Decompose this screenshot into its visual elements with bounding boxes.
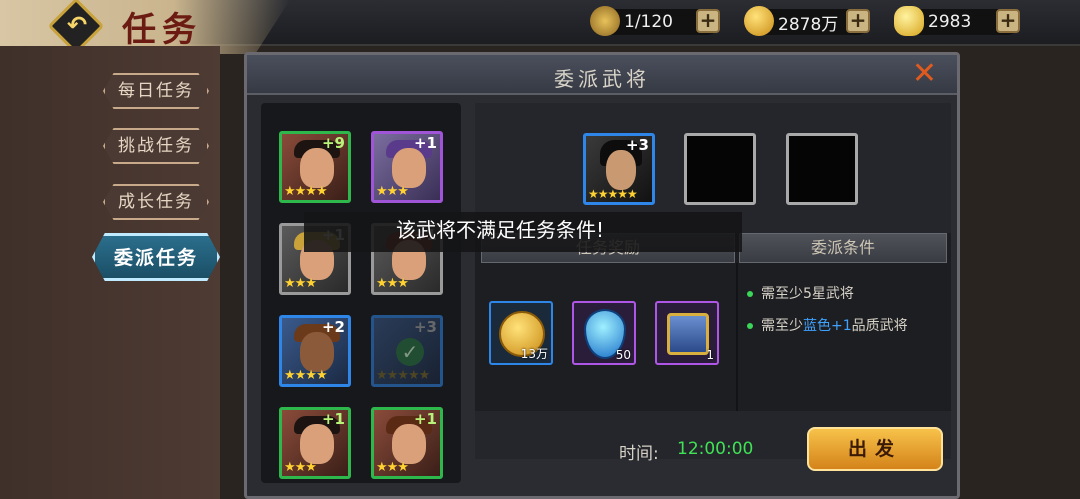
hero-level: +9 bbox=[321, 134, 345, 152]
hero-card[interactable]: +9 ★★★★ bbox=[279, 131, 351, 203]
divider bbox=[736, 263, 738, 411]
page-title: 任务 bbox=[122, 10, 202, 50]
hero-card[interactable]: +2 ★★★★ bbox=[279, 315, 351, 387]
slot-stars: ★★★★★ bbox=[588, 187, 638, 201]
chest-icon bbox=[667, 313, 709, 355]
delegate-dialog: 委派武将 ✕ +9 ★★★★ +1 ★★★ +1 ★★★ +1 ★★★ +2 ★… bbox=[244, 52, 960, 499]
hero-face bbox=[392, 424, 426, 464]
hero-stars: ★★★ bbox=[284, 276, 317, 291]
close-icon[interactable]: ✕ bbox=[912, 59, 937, 89]
add-stamina-button[interactable]: + bbox=[696, 9, 720, 33]
hero-stars: ★★★★★ bbox=[376, 368, 430, 383]
hero-level: +1 bbox=[321, 410, 345, 428]
dialog-header: 委派武将 ✕ bbox=[247, 55, 957, 95]
reward-qty: 13万 bbox=[520, 347, 548, 361]
hero-card[interactable]: +1 ★★★ bbox=[279, 407, 351, 479]
reward-item-chest[interactable]: 1 bbox=[655, 301, 719, 365]
check-icon: ✓ bbox=[396, 338, 424, 366]
tab-challenge-tasks[interactable]: 挑战任务 bbox=[103, 128, 209, 164]
hero-card[interactable]: +1 ★★★ bbox=[371, 131, 443, 203]
gold-coin-icon bbox=[744, 6, 774, 36]
hero-card[interactable]: +1 ★★★ bbox=[371, 407, 443, 479]
time-label: 时间: bbox=[619, 444, 659, 464]
gold-resource: 2878万 + bbox=[744, 6, 870, 36]
hero-face bbox=[300, 148, 334, 188]
hero-slot-2[interactable] bbox=[684, 133, 756, 205]
stamina-resource: 1/120 + bbox=[590, 6, 720, 36]
hero-level: +2 bbox=[321, 318, 345, 336]
time-value: 12:00:00 bbox=[677, 439, 754, 459]
hero-slot-3[interactable] bbox=[786, 133, 858, 205]
reward-item-gem[interactable]: 50 bbox=[572, 301, 636, 365]
dialog-title: 委派武将 bbox=[554, 67, 650, 91]
tab-growth-tasks[interactable]: 成长任务 bbox=[103, 184, 209, 220]
hero-list[interactable]: +9 ★★★★ +1 ★★★ +1 ★★★ +1 ★★★ +2 ★★★★ ✓ +… bbox=[261, 103, 461, 483]
condition-text: 需至少 bbox=[761, 318, 803, 334]
tab-daily-tasks[interactable]: 每日任务 bbox=[103, 73, 209, 109]
hero-face bbox=[606, 150, 636, 190]
hero-stars: ★★★ bbox=[284, 460, 317, 475]
ingot-icon bbox=[894, 6, 924, 36]
back-arrow-icon: ↶ bbox=[66, 11, 88, 39]
hero-face bbox=[300, 424, 334, 464]
hero-stars: ★★★ bbox=[376, 184, 409, 199]
hero-level: +1 bbox=[413, 134, 437, 152]
condition-text: 需至少5星武将 bbox=[761, 286, 854, 302]
hero-stars: ★★★ bbox=[376, 276, 409, 291]
slot-level: +3 bbox=[625, 136, 649, 154]
reward-qty: 50 bbox=[615, 348, 631, 362]
bullet-icon bbox=[747, 323, 753, 329]
tab-delegate-tasks[interactable]: 委派任务 bbox=[92, 233, 220, 281]
reward-qty: 1 bbox=[706, 348, 714, 362]
add-gold-button[interactable]: + bbox=[846, 9, 870, 33]
reward-area: 任务奖励 委派条件 13万 50 1 需至少5星武将 需至少蓝色+1品质武将 bbox=[475, 233, 951, 411]
ingot-resource: 2983 + bbox=[894, 6, 1020, 36]
hero-face bbox=[300, 332, 334, 372]
condition-text-suffix: 品质武将 bbox=[851, 318, 908, 334]
hero-stars: ★★★ bbox=[376, 460, 409, 475]
hero-level: +1 bbox=[413, 410, 437, 428]
condition-item: 需至少5星武将 bbox=[747, 283, 854, 303]
hero-slot-1[interactable]: +3 ★★★★★ bbox=[583, 133, 655, 205]
add-ingot-button[interactable]: + bbox=[996, 9, 1020, 33]
hero-face bbox=[392, 148, 426, 188]
reward-item-gold[interactable]: 13万 bbox=[489, 301, 553, 365]
condition-header: 委派条件 bbox=[739, 233, 947, 263]
hero-card-selected[interactable]: ✓ +3 ★★★★★ bbox=[371, 315, 443, 387]
stamina-icon bbox=[590, 6, 620, 36]
toast-message: 该武将不满足任务条件! bbox=[304, 212, 742, 252]
condition-item: 需至少蓝色+1品质武将 bbox=[747, 315, 908, 335]
bullet-icon bbox=[747, 291, 753, 297]
hero-stars: ★★★★ bbox=[284, 184, 328, 199]
condition-highlight: 蓝色+1 bbox=[803, 318, 852, 334]
hero-level: +3 bbox=[413, 318, 437, 336]
hero-stars: ★★★★ bbox=[284, 368, 328, 383]
depart-button[interactable]: 出发 bbox=[807, 427, 943, 471]
